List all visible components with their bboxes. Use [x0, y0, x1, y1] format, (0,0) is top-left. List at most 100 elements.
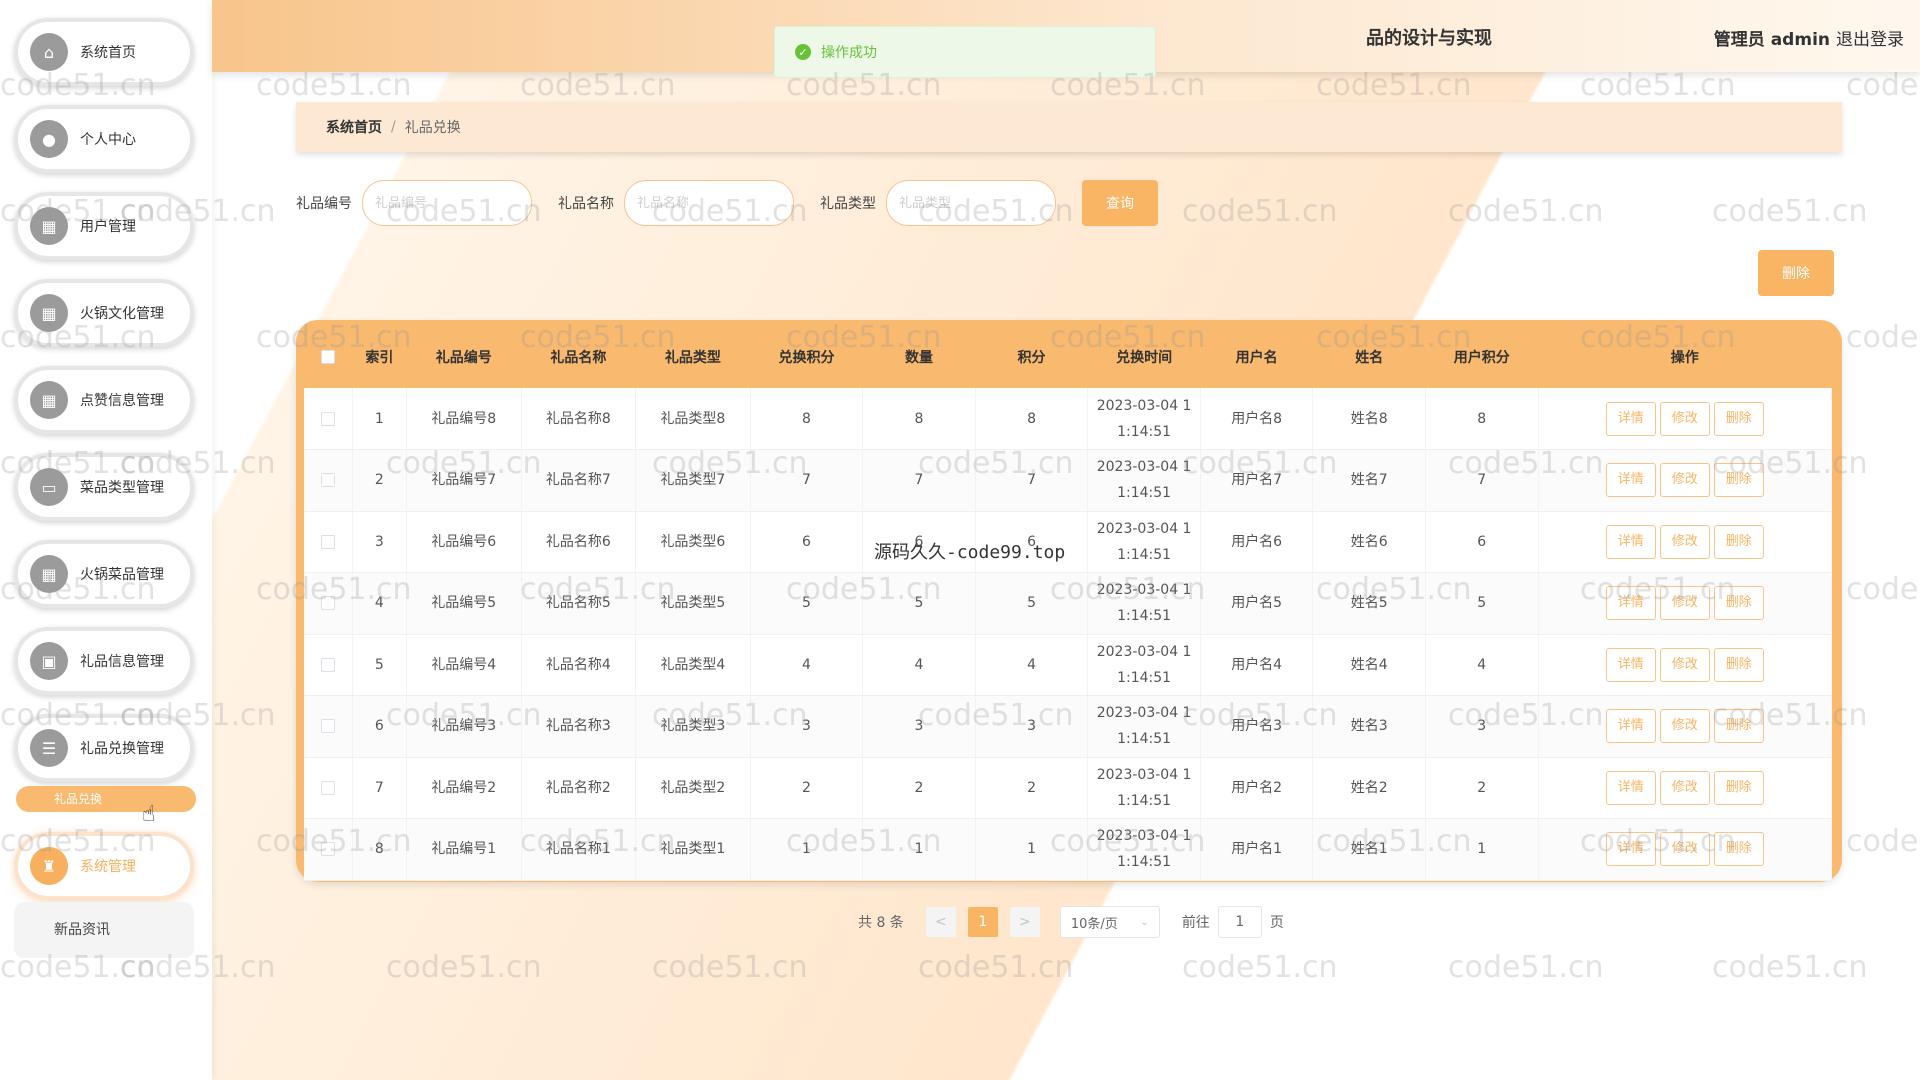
exchange-time-date: 2023-03-04 1	[1096, 520, 1192, 537]
column-header: 积分	[1017, 350, 1046, 366]
delete-button[interactable]: 删除	[1713, 709, 1764, 744]
sidebar-item-2[interactable]: ● 个人中心	[14, 105, 194, 173]
exchange-time-clock: 1:14:51	[1117, 423, 1172, 440]
detail-button[interactable]: 详情	[1605, 647, 1656, 682]
sidebar-item-1[interactable]: ⌂ 系统首页	[14, 18, 194, 86]
sidebar-item-8[interactable]: ▣ 礼品信息管理	[14, 627, 194, 695]
sidebar-item-6[interactable]: ▭ 菜品类型管理	[14, 453, 194, 521]
edit-button[interactable]: 修改	[1659, 586, 1710, 621]
delete-button[interactable]: 删除	[1713, 586, 1764, 621]
column-header: 操作	[1670, 350, 1699, 366]
detail-button[interactable]: 详情	[1605, 709, 1656, 744]
sidebar-subitem-gift-exchange[interactable]: 礼品兑换	[16, 786, 196, 812]
detail-button[interactable]: 详情	[1605, 586, 1656, 621]
column-header: 礼品名称	[550, 350, 607, 366]
delete-button[interactable]: 删除	[1713, 832, 1764, 867]
table-row: 7 礼品编号2 礼品名称2 礼品类型2 2 2 2 2023-03-04 1 1:14:51 用户…	[304, 757, 1833, 819]
cell-gift-code: 礼品编号2	[406, 757, 522, 819]
sidebar-item-9[interactable]: ☰ 礼品兑换管理	[14, 714, 194, 782]
edit-button[interactable]: 修改	[1659, 709, 1710, 744]
gift-code-input[interactable]	[362, 180, 532, 226]
row-checkbox-cell	[304, 695, 353, 758]
sidebar-item-system-management[interactable]: ♜ 系统管理	[14, 832, 194, 900]
edit-button[interactable]: 修改	[1659, 832, 1710, 867]
breadcrumb-current: 礼品兑换	[404, 120, 461, 136]
exchange-time-clock: 1:14:51	[1117, 669, 1172, 686]
sidebar-item-4[interactable]: ▦ 火锅文化管理	[14, 279, 194, 347]
query-button[interactable]: 查询	[1082, 180, 1158, 226]
cell-exchange-points: 8	[750, 388, 864, 450]
cell-username: 用户名2	[1200, 757, 1314, 819]
cell-quantity: 5	[862, 572, 976, 635]
gift-type-input[interactable]	[886, 180, 1056, 226]
cell-exchange-points: 4	[750, 634, 864, 696]
delete-button[interactable]: 删除	[1713, 401, 1764, 436]
row-checkbox[interactable]	[320, 657, 335, 672]
breadcrumb-home[interactable]: 系统首页	[326, 117, 382, 137]
exchange-time-date: 2023-03-04 1	[1096, 397, 1192, 414]
cell-actions: 详情 修改 删除	[1538, 634, 1833, 696]
sidebar-item-3[interactable]: ▦ 用户管理	[14, 192, 194, 260]
logout-link[interactable]: 退出登录	[1836, 25, 1904, 50]
cell-gift-type: 礼品类型3	[635, 695, 751, 758]
sidebar-item-5[interactable]: ▦ 点赞信息管理	[14, 366, 194, 434]
row-checkbox[interactable]	[320, 473, 335, 488]
goto-page-input[interactable]: 1	[1217, 906, 1262, 938]
next-page-button[interactable]: >	[1009, 907, 1040, 937]
prev-page-button[interactable]: <	[925, 907, 956, 937]
cell-index: 2	[352, 449, 408, 512]
edit-button[interactable]: 修改	[1659, 463, 1710, 498]
cell-real-name: 姓名8	[1312, 388, 1426, 450]
detail-button[interactable]: 详情	[1605, 524, 1656, 559]
column-header: 礼品编号	[435, 350, 492, 366]
user-icon: ●	[30, 120, 68, 158]
edit-button[interactable]: 修改	[1659, 401, 1710, 436]
cell-gift-type: 礼品类型5	[635, 572, 751, 635]
batch-delete-button[interactable]: 删除	[1758, 250, 1834, 296]
detail-button[interactable]: 详情	[1605, 463, 1656, 498]
page-button-current[interactable]: 1	[967, 907, 998, 937]
cell-exchange-points: 2	[750, 757, 864, 819]
table-row: 1 礼品编号8 礼品名称8 礼品类型8 8 8 8 2023-03-04 1 1:14:51 用户…	[304, 388, 1833, 450]
detail-button[interactable]: 详情	[1605, 832, 1656, 867]
cell-username: 用户名6	[1200, 511, 1314, 573]
gift-code-label: 礼品编号	[296, 196, 352, 212]
select-all-checkbox[interactable]	[321, 350, 336, 364]
delete-button[interactable]: 删除	[1713, 647, 1764, 682]
detail-button[interactable]: 详情	[1605, 401, 1656, 436]
delete-button[interactable]: 删除	[1713, 524, 1764, 559]
delete-button[interactable]: 删除	[1713, 463, 1764, 498]
cell-gift-type: 礼品类型1	[635, 818, 751, 881]
cell-exchange-time: 2023-03-04 1 1:14:51	[1087, 388, 1201, 450]
grid-icon: ▦	[30, 381, 68, 419]
row-checkbox[interactable]	[320, 596, 335, 611]
sidebar-item-new-product-news[interactable]: 新品资讯	[14, 902, 194, 958]
cell-gift-type: 礼品类型6	[635, 511, 751, 573]
edit-button[interactable]: 修改	[1659, 524, 1710, 559]
cell-user-points: 6	[1425, 511, 1539, 573]
page-size-select[interactable]: 10条/页 ⌄	[1059, 906, 1160, 938]
row-checkbox[interactable]	[320, 534, 335, 549]
edit-button[interactable]: 修改	[1659, 770, 1710, 805]
row-checkbox[interactable]	[320, 719, 335, 734]
gift-name-input[interactable]	[624, 180, 794, 226]
cell-gift-type: 礼品类型7	[635, 449, 751, 512]
cell-gift-name: 礼品名称4	[521, 634, 637, 696]
cell-points: 8	[975, 388, 1089, 450]
cell-gift-code: 礼品编号1	[406, 818, 522, 881]
cell-user-points: 1	[1425, 818, 1539, 881]
row-checkbox[interactable]	[320, 411, 335, 426]
exchange-time-clock: 1:14:51	[1117, 854, 1172, 871]
row-checkbox[interactable]	[320, 842, 335, 857]
row-checkbox[interactable]	[320, 780, 335, 795]
row-checkbox-cell	[304, 388, 353, 450]
sidebar-item-7[interactable]: ▦ 火锅菜品管理	[14, 540, 194, 608]
cell-actions: 详情 修改 删除	[1538, 757, 1833, 819]
delete-button[interactable]: 删除	[1713, 770, 1764, 805]
column-header: 用户积分	[1453, 350, 1510, 366]
gift-name-label: 礼品名称	[558, 196, 614, 212]
edit-button[interactable]: 修改	[1659, 647, 1710, 682]
cell-gift-type: 礼品类型4	[635, 634, 751, 696]
sidebar-item-label: 点赞信息管理	[80, 393, 164, 409]
detail-button[interactable]: 详情	[1605, 770, 1656, 805]
